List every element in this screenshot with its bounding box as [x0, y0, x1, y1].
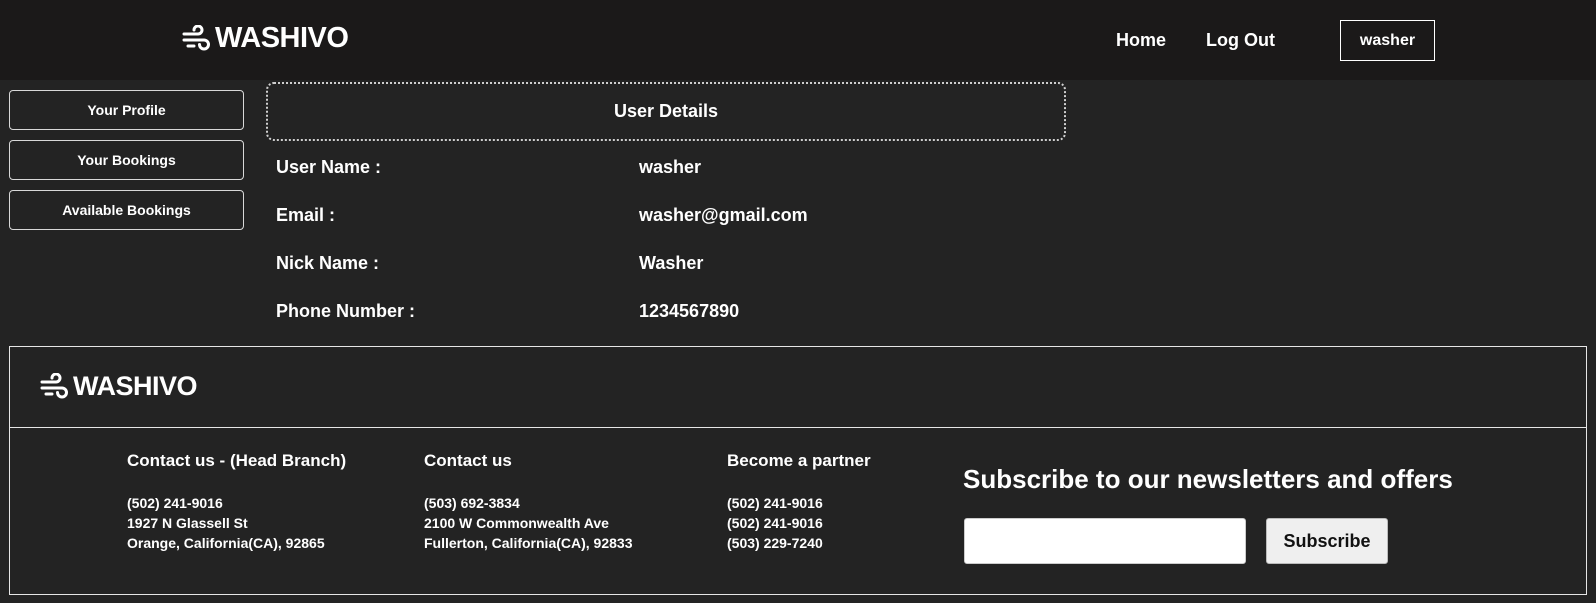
user-account-button[interactable]: washer: [1340, 20, 1435, 61]
wind-icon: [182, 24, 210, 50]
footer: WASHIVO Contact us - (Head Branch) (502)…: [9, 346, 1587, 595]
username-label: User Name :: [276, 157, 382, 177]
brand-logo[interactable]: WASHIVO: [182, 22, 349, 55]
newsletter-email-input[interactable]: [964, 518, 1246, 564]
nickname-label: Nick Name :: [276, 253, 380, 273]
footer-brand-bar: WASHIVO: [10, 347, 1586, 428]
nickname-value: Washer: [639, 253, 704, 273]
head-branch-phone[interactable]: (502) 241-9016: [127, 495, 223, 511]
become-partner-title: Become a partner: [727, 451, 871, 470]
partner-phone-3[interactable]: (503) 229-7240: [727, 535, 823, 551]
nav-home-link[interactable]: Home: [1116, 30, 1166, 51]
user-details-title: User Details: [266, 82, 1066, 141]
head-branch-city: Orange, California(CA), 92865: [127, 535, 325, 551]
wind-icon: [40, 372, 68, 398]
newsletter-title: Subscribe to our newsletters and offers: [963, 464, 1453, 494]
nav-logout-link[interactable]: Log Out: [1206, 30, 1275, 51]
phone-label: Phone Number :: [276, 301, 416, 321]
email-label: Email :: [276, 205, 336, 225]
contact-us-street: 2100 W Commonwealth Ave: [424, 515, 609, 531]
contact-us-phone[interactable]: (503) 692-3834: [424, 495, 520, 511]
available-bookings-button[interactable]: Available Bookings: [9, 190, 244, 230]
partner-phone-2[interactable]: (502) 241-9016: [727, 515, 823, 531]
brand-name: WASHIVO: [215, 22, 349, 54]
email-value: washer@gmail.com: [639, 205, 808, 225]
contact-us-title: Contact us: [424, 451, 512, 470]
footer-brand-name: WASHIVO: [73, 371, 198, 401]
your-bookings-button[interactable]: Your Bookings: [9, 140, 244, 180]
head-branch-street: 1927 N Glassell St: [127, 515, 248, 531]
top-navbar: WASHIVO Home Log Out washer: [0, 0, 1596, 80]
head-branch-title: Contact us - (Head Branch): [127, 451, 347, 470]
your-profile-button[interactable]: Your Profile: [9, 90, 244, 130]
footer-brand-logo[interactable]: WASHIVO: [40, 371, 198, 402]
subscribe-button[interactable]: Subscribe: [1266, 518, 1388, 564]
partner-phone-1[interactable]: (502) 241-9016: [727, 495, 823, 511]
phone-value: 1234567890: [639, 301, 740, 321]
contact-us-city: Fullerton, California(CA), 92833: [424, 535, 633, 551]
username-value: washer: [639, 157, 702, 177]
